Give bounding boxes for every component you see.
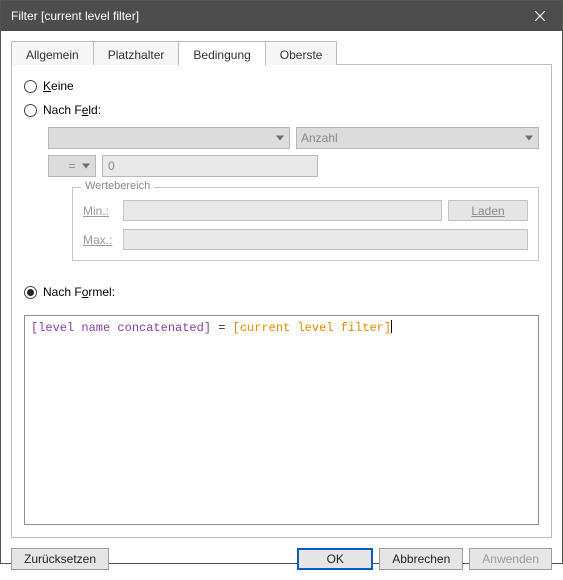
- text-cursor: [391, 320, 392, 333]
- radio-none-label: Keine: [43, 79, 74, 93]
- titlebar: Filter [current level filter]: [1, 1, 562, 31]
- aggregation-combo[interactable]: Anzahl: [296, 127, 539, 149]
- value-input-text: 0: [108, 159, 115, 173]
- load-button[interactable]: Laden: [448, 200, 528, 221]
- formula-op-token: =: [211, 321, 233, 335]
- radio-none[interactable]: [24, 80, 37, 93]
- min-input[interactable]: [123, 200, 442, 221]
- cancel-button[interactable]: Abbrechen: [379, 548, 463, 570]
- content-area: Allgemein Platzhalter Bedingung Oberste …: [1, 31, 562, 538]
- close-button[interactable]: [518, 1, 562, 31]
- max-label: Max.:: [83, 233, 117, 247]
- radio-byformula-label: Nach Formel:: [43, 285, 115, 299]
- chevron-down-icon: [525, 136, 533, 141]
- load-button-label: Laden: [471, 204, 504, 218]
- radio-none-row[interactable]: Keine: [24, 79, 539, 93]
- ok-button[interactable]: OK: [297, 548, 373, 570]
- chevron-down-icon: [276, 136, 284, 141]
- byfield-section: Anzahl = 0 Wertebereich M: [48, 127, 539, 261]
- tab-bedingung[interactable]: Bedingung: [178, 41, 265, 66]
- tablist: Allgemein Platzhalter Bedingung Oberste: [11, 41, 552, 65]
- dialog-window: Filter [current level filter] Allgemein …: [0, 0, 563, 564]
- field-combo[interactable]: [48, 127, 290, 149]
- range-legend: Wertebereich: [81, 180, 154, 192]
- min-label: Min.:: [83, 204, 117, 218]
- apply-button[interactable]: Anwenden: [469, 548, 552, 570]
- formula-editor[interactable]: [level name concatenated] = [current lev…: [24, 315, 539, 525]
- radio-byfield-row[interactable]: Nach Feld:: [24, 103, 539, 117]
- radio-byfield[interactable]: [24, 104, 37, 117]
- tab-label: Allgemein: [26, 48, 79, 62]
- range-groupbox: Wertebereich Min.: Laden Max.:: [72, 187, 539, 261]
- max-input[interactable]: [123, 229, 528, 250]
- formula-field-token: [level name concatenated]: [31, 321, 211, 335]
- radio-byfield-label: Nach Feld:: [43, 103, 101, 117]
- radio-byformula-row[interactable]: Nach Formel:: [24, 285, 539, 299]
- chevron-down-icon: [82, 164, 90, 169]
- operator-combo-value: =: [68, 159, 75, 173]
- footer: Zurücksetzen OK Abbrechen Anwenden: [1, 538, 562, 580]
- tabpanel-bedingung: Keine Nach Feld: Anzahl: [11, 65, 552, 538]
- reset-button[interactable]: Zurücksetzen: [11, 548, 109, 570]
- tab-platzhalter[interactable]: Platzhalter: [93, 41, 180, 65]
- titlebar-title: Filter [current level filter]: [11, 9, 518, 23]
- tab-allgemein[interactable]: Allgemein: [11, 41, 94, 65]
- value-input[interactable]: 0: [102, 155, 318, 177]
- tab-label: Platzhalter: [108, 48, 165, 62]
- aggregation-combo-value: Anzahl: [301, 131, 338, 145]
- formula-param-token: [current level filter]: [233, 321, 391, 335]
- close-icon: [535, 11, 545, 21]
- operator-combo[interactable]: =: [48, 155, 96, 177]
- tab-label: Bedingung: [193, 48, 250, 62]
- tab-label: Oberste: [280, 48, 323, 62]
- radio-byformula[interactable]: [24, 286, 37, 299]
- tab-oberste[interactable]: Oberste: [265, 41, 338, 65]
